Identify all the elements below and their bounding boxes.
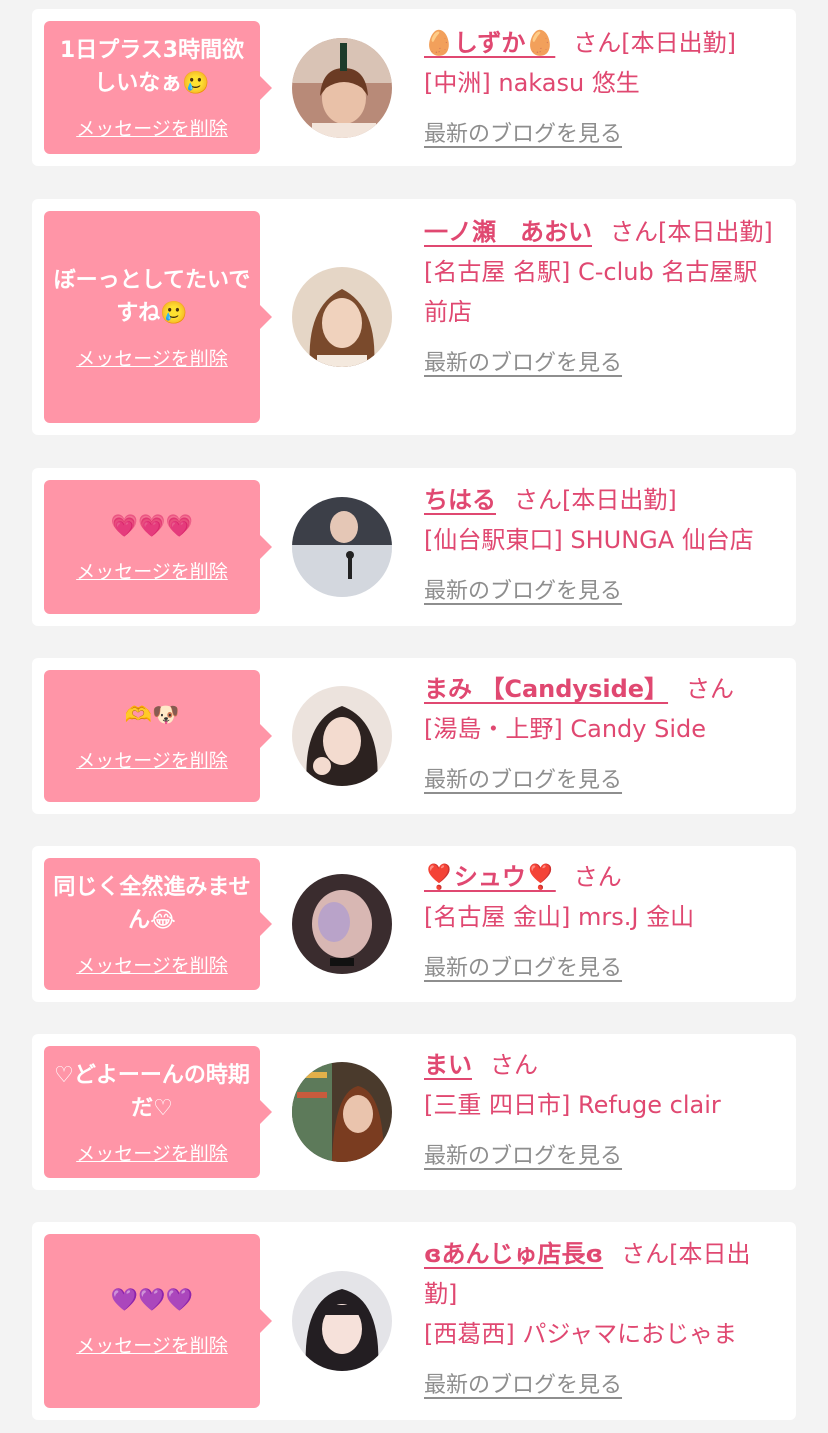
message-bubble: 同じく全然進みません😂 メッセージを削除 xyxy=(44,858,272,990)
honorific: さん xyxy=(686,675,735,703)
message-bubble: 1日プラス3時間欲しいなぁ🥲 メッセージを削除 xyxy=(44,21,272,154)
latest-blog-link[interactable]: 最新のブログを見る xyxy=(424,115,776,155)
message-card: ♡どよーーんの時期だ♡ メッセージを削除 まい さん [三重 四日市] Refug… xyxy=(32,1034,796,1190)
message-text: ♡どよーーんの時期だ♡ xyxy=(54,1062,250,1121)
message-bubble: ぼーっとしてたいですね🥲 メッセージを削除 xyxy=(44,211,272,423)
message-text: 🫶🐶 xyxy=(124,703,180,728)
latest-blog-link[interactable]: 最新のブログを見る xyxy=(424,761,776,801)
cast-name-link[interactable]: ちはる xyxy=(424,486,496,514)
message-text: 1日プラス3時間欲しいなぁ🥲 xyxy=(59,38,245,96)
message-bubble: ♡どよーーんの時期だ♡ メッセージを削除 xyxy=(44,1046,272,1178)
message-bubble: 🫶🐶 メッセージを削除 xyxy=(44,670,272,802)
latest-blog-link[interactable]: 最新のブログを見る xyxy=(424,949,776,989)
honorific: さん xyxy=(573,863,622,891)
cast-info: ɞあんじゅ店長ɞ さん[本日出勤] [西葛西] パジャマにおじゃま 最新のブログを… xyxy=(424,1234,776,1406)
delete-message-link[interactable]: メッセージを削除 xyxy=(76,1331,228,1358)
message-card: 同じく全然進みません😂 メッセージを削除 ❣️シュウ❣️ さん [名古屋 金山] … xyxy=(32,846,796,1002)
delete-message-link[interactable]: メッセージを削除 xyxy=(76,951,228,978)
message-text: 同じく全然進みません😂 xyxy=(53,874,251,933)
honorific: さん xyxy=(621,1240,670,1268)
shop-name: [中洲] nakasu 悠生 xyxy=(424,69,640,97)
message-card: 1日プラス3時間欲しいなぁ🥲 メッセージを削除 🥚しずか🥚 さん[本日出勤] [中… xyxy=(32,9,796,166)
cast-name-link[interactable]: ɞあんじゅ店長ɞ xyxy=(424,1240,603,1268)
attendance-status: [本日出勤] xyxy=(621,29,737,57)
cast-name-link[interactable]: 🥚しずか🥚 xyxy=(424,29,555,57)
shop-name: [湯島・上野] Candy Side xyxy=(424,715,706,743)
cast-name-link[interactable]: まい xyxy=(424,1051,472,1079)
avatar[interactable] xyxy=(292,267,392,367)
cast-name-link[interactable]: ❣️シュウ❣️ xyxy=(424,863,556,891)
attendance-status: [本日出勤] xyxy=(562,486,677,514)
honorific: さん xyxy=(514,486,562,514)
shop-name: [三重 四日市] Refuge clair xyxy=(424,1091,721,1119)
cast-name-link[interactable]: まみ 【Candyside】 xyxy=(424,675,668,703)
avatar[interactable] xyxy=(292,1271,392,1371)
avatar[interactable] xyxy=(292,38,392,138)
latest-blog-link[interactable]: 最新のブログを見る xyxy=(424,344,776,384)
delete-message-link[interactable]: メッセージを削除 xyxy=(76,114,228,141)
cast-name-link[interactable]: 一ノ瀬 あおい xyxy=(424,218,592,246)
avatar[interactable] xyxy=(292,1062,392,1162)
cast-info: 一ノ瀬 あおい さん[本日出勤] [名古屋 名駅] C-club 名古屋駅前店 最… xyxy=(424,212,776,384)
honorific: さん xyxy=(573,29,622,57)
message-bubble: 💜💜💜 メッセージを削除 xyxy=(44,1234,272,1408)
shop-name: [西葛西] パジャマにおじゃま xyxy=(424,1320,738,1348)
shop-name: [名古屋 名駅] C-club 名古屋駅前店 xyxy=(424,258,758,326)
avatar[interactable] xyxy=(292,686,392,786)
latest-blog-link[interactable]: 最新のブログを見る xyxy=(424,1137,776,1177)
delete-message-link[interactable]: メッセージを削除 xyxy=(76,1139,228,1166)
shop-name: [名古屋 金山] mrs.J 金山 xyxy=(424,903,695,931)
latest-blog-link[interactable]: 最新のブログを見る xyxy=(424,572,776,612)
latest-blog-link[interactable]: 最新のブログを見る xyxy=(424,1366,776,1406)
honorific: さん xyxy=(490,1051,538,1079)
message-bubble: 💗💗💗 メッセージを削除 xyxy=(44,480,272,614)
cast-info: ちはる さん[本日出勤] [仙台駅東口] SHUNGA 仙台店 最新のブログを見る xyxy=(424,480,776,612)
cast-info: 🥚しずか🥚 さん[本日出勤] [中洲] nakasu 悠生 最新のブログを見る xyxy=(424,23,776,155)
delete-message-link[interactable]: メッセージを削除 xyxy=(76,557,228,584)
cast-info: ❣️シュウ❣️ さん [名古屋 金山] mrs.J 金山 最新のブログを見る xyxy=(424,857,776,989)
message-text: 💜💜💜 xyxy=(110,1288,194,1313)
attendance-status: [本日出勤] xyxy=(658,218,773,246)
message-card: 💗💗💗 メッセージを削除 ちはる さん[本日出勤] [仙台駅東口] SHUNGA … xyxy=(32,468,796,626)
avatar[interactable] xyxy=(292,497,392,597)
message-card: ぼーっとしてたいですね🥲 メッセージを削除 一ノ瀬 あおい さん[本日出勤] [名… xyxy=(32,199,796,435)
delete-message-link[interactable]: メッセージを削除 xyxy=(76,344,228,371)
message-text: 💗💗💗 xyxy=(110,514,194,539)
avatar[interactable] xyxy=(292,874,392,974)
delete-message-link[interactable]: メッセージを削除 xyxy=(76,746,228,773)
cast-info: まみ 【Candyside】 さん [湯島・上野] Candy Side 最新のブ… xyxy=(424,669,776,801)
honorific: さん xyxy=(610,218,658,246)
message-card: 💜💜💜 メッセージを削除 ɞあんじゅ店長ɞ さん[本日出勤] [西葛西] パジャマ… xyxy=(32,1222,796,1420)
message-text: ぼーっとしてたいですね🥲 xyxy=(53,267,251,326)
message-card: 🫶🐶 メッセージを削除 まみ 【Candyside】 さん [湯島・上野] Can… xyxy=(32,658,796,814)
cast-info: まい さん [三重 四日市] Refuge clair 最新のブログを見る xyxy=(424,1045,776,1177)
shop-name: [仙台駅東口] SHUNGA 仙台店 xyxy=(424,526,754,554)
